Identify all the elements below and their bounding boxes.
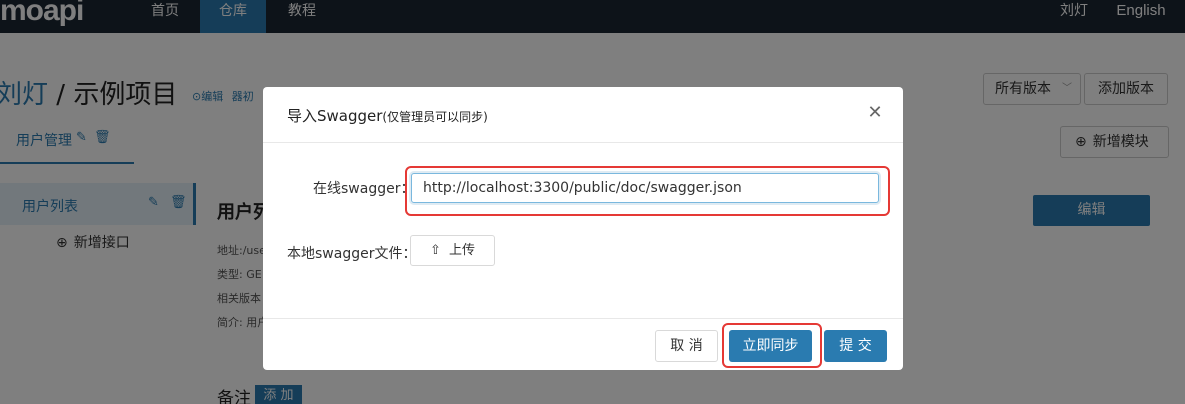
- modal-title: 导入Swagger(仅管理员可以同步): [287, 105, 488, 126]
- modal-footer: 取 消 立即同步 提 交: [263, 318, 903, 370]
- upload-button[interactable]: ⇧ 上传: [410, 235, 495, 266]
- submit-button[interactable]: 提 交: [824, 330, 887, 362]
- sync-now-button[interactable]: 立即同步: [729, 330, 812, 362]
- upload-icon: ⇧: [430, 243, 441, 258]
- local-swagger-label: 本地swagger文件：: [287, 246, 417, 262]
- modal-header: 导入Swagger(仅管理员可以同步) ✕: [263, 87, 903, 143]
- import-swagger-dialog: 导入Swagger(仅管理员可以同步) ✕ 在线swagger： 本地swagg…: [263, 87, 903, 370]
- upload-label: 上传: [448, 243, 475, 258]
- swagger-url-input[interactable]: [411, 173, 879, 203]
- cancel-button[interactable]: 取 消: [655, 330, 718, 362]
- online-swagger-label: 在线swagger：: [313, 181, 415, 197]
- modal-subtitle: (仅管理员可以同步): [382, 110, 488, 124]
- modal-title-text: 导入Swagger: [287, 107, 383, 125]
- close-icon[interactable]: ✕: [863, 101, 887, 125]
